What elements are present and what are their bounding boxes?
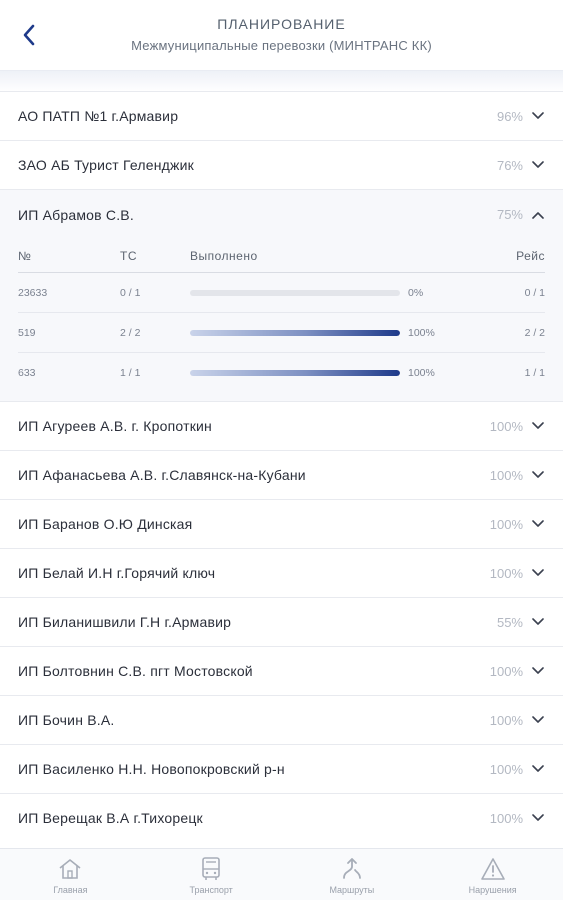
bus-icon: [199, 856, 223, 882]
route-row: 633 1 / 1 100% 1 / 1: [18, 353, 545, 393]
chevron-down-icon: [531, 566, 545, 580]
chevron-down-icon: [531, 762, 545, 776]
carrier-row[interactable]: ИП Агуреев А.В. г. Кропоткин 100%: [0, 401, 563, 450]
route-number: 633: [18, 367, 36, 379]
bottom-tab-bar: Главная Транспорт Маршруты Нарушения: [0, 848, 563, 900]
chevron-down-icon: [531, 811, 545, 825]
carrier-name: ИП Абрамов С.В.: [18, 206, 134, 223]
carrier-percent: 100%: [489, 761, 523, 777]
chevron-down-icon: [531, 713, 545, 727]
route-number: 519: [18, 326, 36, 339]
tab-home[interactable]: Главная: [0, 849, 141, 900]
route-icon: [339, 856, 365, 882]
carrier-name: ИП Василенко Н.Н. Новопокровский р-н: [18, 761, 285, 777]
column-header-reys: Рейс: [516, 248, 545, 263]
carrier-percent: 100%: [489, 565, 523, 581]
route-number: 23633: [18, 286, 48, 299]
route-vehicles: 1 / 1: [120, 367, 141, 379]
page-title: ПЛАНИРОВАНИЕ: [217, 16, 346, 32]
carrier-percent: 100%: [489, 467, 523, 483]
carrier-row[interactable]: ИП Болтовнин С.В. пгт Мостовской 100%: [0, 646, 563, 695]
tab-transport[interactable]: Транспорт: [141, 849, 282, 900]
chevron-down-icon: [531, 664, 545, 678]
carrier-row[interactable]: ИП Афанасьева А.В. г.Славянск-на-Кубани 1…: [0, 450, 563, 499]
tab-routes[interactable]: Маршруты: [282, 849, 423, 900]
chevron-down-icon: [531, 109, 545, 123]
carrier-row[interactable]: АО ПАТП №1 г.Армавир 96%: [0, 91, 563, 140]
carrier-name: ИП Болтовнин С.В. пгт Мостовской: [18, 663, 253, 679]
progress-bar: [190, 370, 400, 377]
app-header: ПЛАНИРОВАНИЕ Межмуниципальные перевозки …: [0, 0, 563, 70]
carrier-row[interactable]: ИП Баранов О.Ю Динская 100%: [0, 499, 563, 548]
route-trips: 1 / 1: [524, 367, 545, 379]
chevron-down-icon: [531, 158, 545, 172]
route-table-header: № ТС Выполнено Рейс: [18, 239, 545, 273]
carrier-percent: 100%: [489, 418, 523, 434]
column-header-num: №: [18, 248, 32, 263]
carrier-name: ЗАО АБ Турист Геленджик: [18, 157, 194, 173]
tab-label: Нарушения: [468, 885, 517, 895]
carrier-percent: 75%: [496, 207, 523, 222]
chevron-down-icon: [531, 468, 545, 482]
carrier-name: ИП Агуреев А.В. г. Кропоткин: [18, 418, 212, 434]
progress-bar: [190, 329, 400, 336]
chevron-down-icon: [531, 419, 545, 433]
carrier-percent: 96%: [496, 108, 523, 124]
progress-bar-fill: [190, 329, 400, 336]
carrier-percent: 100%: [489, 712, 523, 728]
tab-violations[interactable]: Нарушения: [422, 849, 563, 900]
carrier-item-expanded: ИП Абрамов С.В. 75% № ТС Выполнено Рейс …: [0, 189, 563, 401]
progress-bar-fill: [190, 370, 400, 377]
warning-icon: [480, 856, 506, 882]
progress-label: 0%: [408, 286, 424, 299]
carrier-percent: 100%: [489, 810, 523, 826]
carrier-row[interactable]: ИП Бочин В.А. 100%: [0, 695, 563, 744]
carrier-name: ИП Бочин В.А.: [18, 712, 115, 728]
carrier-percent: 100%: [489, 516, 523, 532]
tab-label: Главная: [53, 885, 88, 895]
chevron-up-icon: [531, 208, 545, 222]
carrier-row[interactable]: ЗАО АБ Турист Геленджик 76%: [0, 140, 563, 189]
column-header-ts: ТС: [120, 248, 137, 263]
carrier-list: АО ПАТП №1 г.Армавир 96% ЗАО АБ Турист Гел…: [0, 91, 563, 842]
carrier-name: АО ПАТП №1 г.Армавир: [18, 108, 179, 124]
carrier-name: ИП Баранов О.Ю Динская: [18, 516, 193, 532]
chevron-down-icon: [531, 615, 545, 629]
column-header-done: Выполнено: [190, 248, 258, 263]
route-table: № ТС Выполнено Рейс 23633 0 / 1 0% 0 / 1 519…: [0, 239, 563, 401]
chevron-down-icon: [531, 517, 545, 531]
header-divider: [0, 70, 563, 92]
route-progress: 100%: [190, 367, 485, 379]
route-trips: 2 / 2: [524, 326, 545, 339]
tab-label: Маршруты: [329, 885, 375, 895]
progress-label: 100%: [408, 326, 435, 339]
carrier-row[interactable]: ИП Василенко Н.Н. Новопокровский р-н 100%: [0, 744, 563, 793]
carrier-row[interactable]: ИП Верещак В.А г.Тихорецк 100%: [0, 793, 563, 842]
carrier-name: ИП Белай И.Н г.Горячий ключ: [18, 565, 216, 581]
carrier-name: ИП Афанасьева А.В. г.Славянск-на-Кубани: [18, 467, 306, 483]
route-vehicles: 0 / 1: [120, 286, 141, 299]
carrier-name: ИП Биланишвили Г.Н г.Армавир: [18, 614, 232, 630]
progress-bar: [190, 289, 400, 296]
home-icon: [57, 856, 83, 882]
page-subtitle: Межмуниципальные перевозки (МИНТРАНС КК): [131, 38, 432, 53]
carrier-percent: 76%: [496, 157, 523, 173]
progress-label: 100%: [408, 367, 435, 380]
carrier-name: ИП Верещак В.А г.Тихорецк: [18, 810, 203, 826]
carrier-row[interactable]: ИП Биланишвили Г.Н г.Армавир 55%: [0, 597, 563, 646]
route-vehicles: 2 / 2: [120, 326, 141, 339]
route-progress: 0%: [190, 286, 485, 299]
tab-label: Транспорт: [189, 885, 233, 895]
carrier-row[interactable]: ИП Белай И.Н г.Горячий ключ 100%: [0, 548, 563, 597]
route-row: 23633 0 / 1 0% 0 / 1: [18, 273, 545, 313]
route-trips: 0 / 1: [524, 286, 545, 299]
route-row: 519 2 / 2 100% 2 / 2: [18, 313, 545, 353]
carrier-percent: 100%: [489, 663, 523, 679]
carrier-percent: 55%: [496, 614, 523, 630]
carrier-row-toggle[interactable]: ИП Абрамов С.В. 75%: [0, 190, 563, 239]
route-progress: 100%: [190, 326, 485, 339]
